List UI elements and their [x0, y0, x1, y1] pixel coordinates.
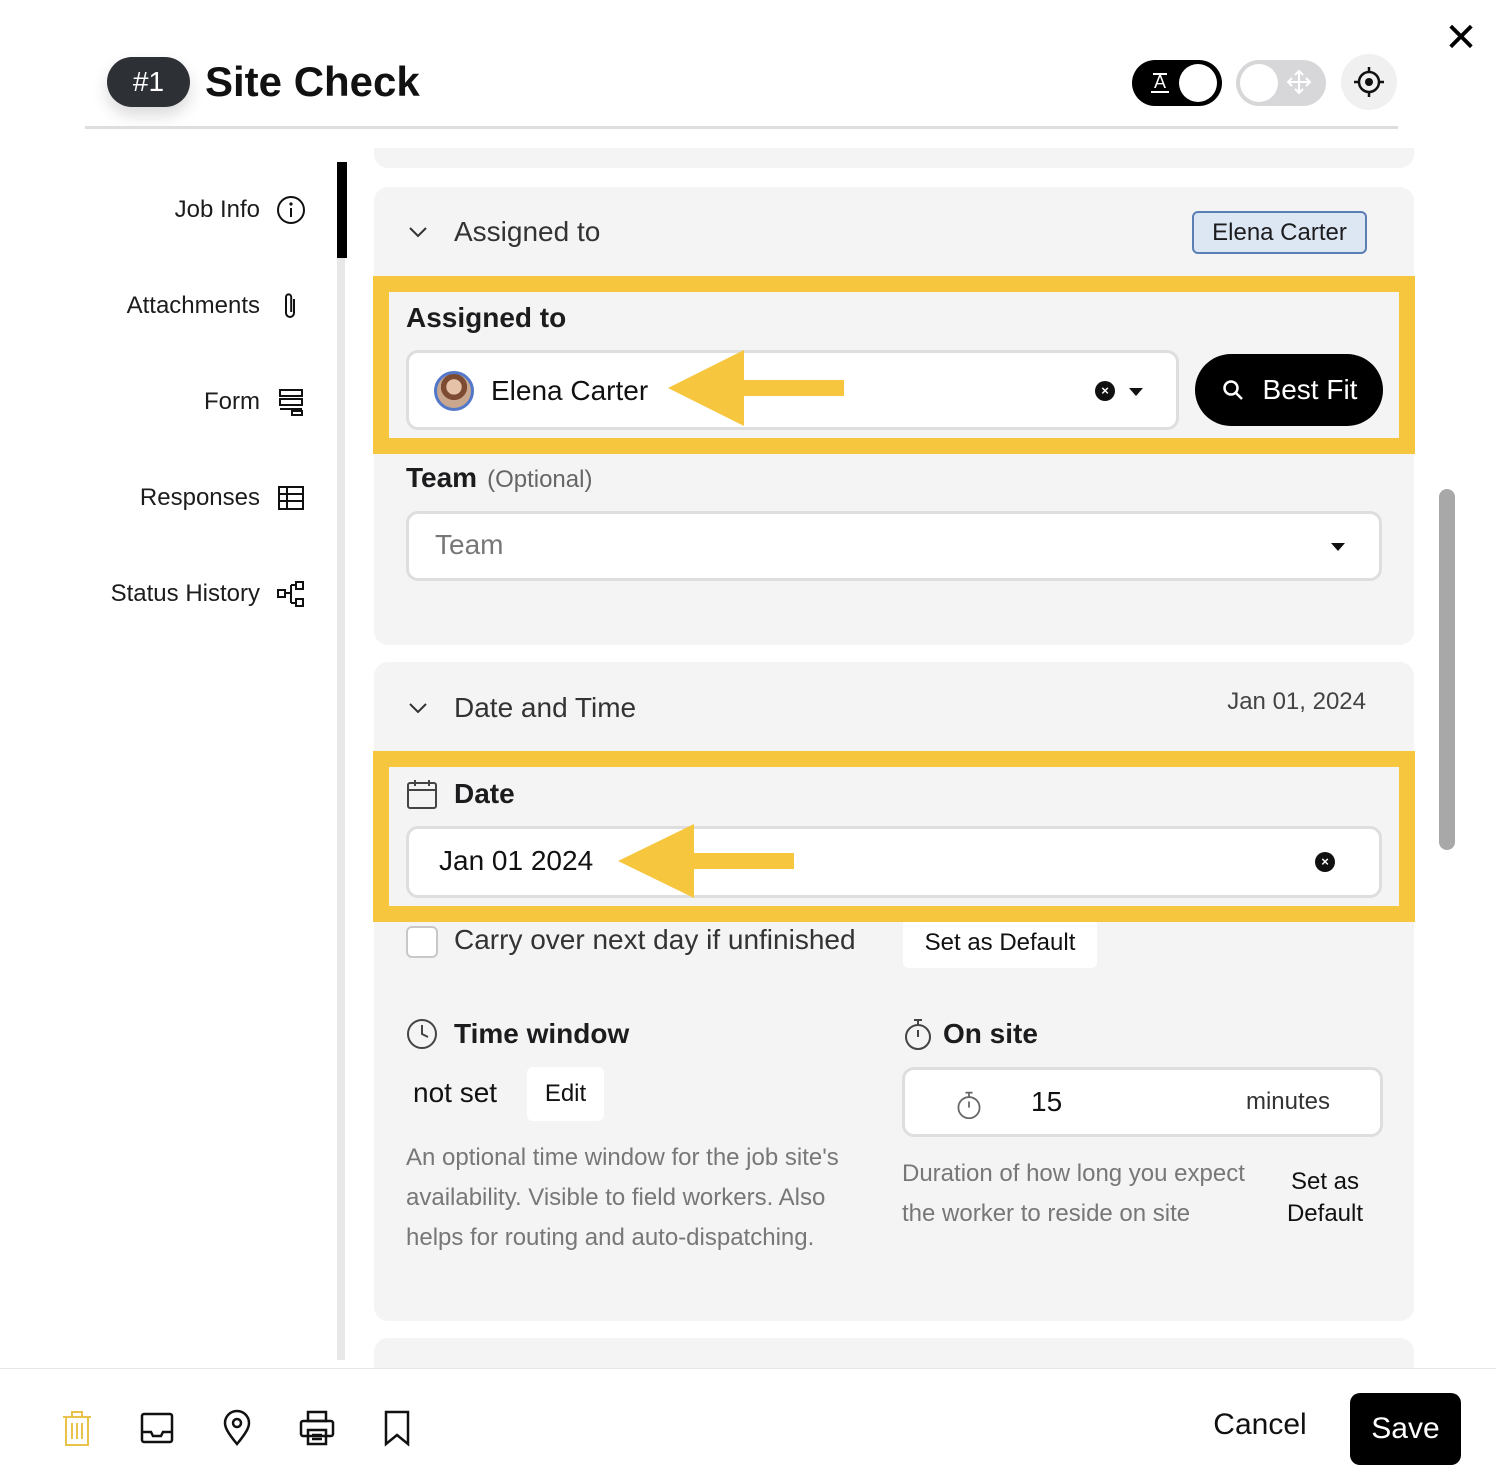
table-icon: [278, 486, 304, 510]
on-site-value: 15: [1031, 1086, 1063, 1117]
form-icon: [279, 389, 303, 416]
team-select[interactable]: Team: [406, 511, 1382, 581]
trash-icon[interactable]: [57, 1408, 97, 1448]
on-site-unit: minutes: [1245, 1088, 1330, 1115]
page-title: Site Check: [205, 58, 420, 105]
assignee-badge: Elena Carter: [1192, 211, 1367, 254]
arrow-annotation: [668, 350, 844, 426]
on-site-set-default-button[interactable]: Set as Default: [1276, 1166, 1374, 1230]
sidebar-item-attachments[interactable]: Attachments: [127, 286, 306, 326]
job-number-badge: #1: [107, 57, 190, 107]
assigned-section-heading[interactable]: Assigned to: [454, 214, 600, 250]
header-divider: [85, 126, 1398, 129]
on-site-label: On site: [943, 1018, 1038, 1049]
move-icon: [1286, 68, 1312, 96]
sidebar-item-form[interactable]: Form: [204, 382, 306, 422]
sidebar-item-label: Form: [204, 388, 260, 415]
edit-time-window-button[interactable]: Edit: [527, 1067, 604, 1121]
close-button[interactable]: ✕: [1440, 18, 1482, 60]
carry-over-label: Carry over next day if unfinished: [454, 924, 856, 955]
sidebar-item-label: Attachments: [126, 292, 260, 319]
flow-icon: [277, 581, 304, 607]
locate-button[interactable]: [1341, 54, 1397, 110]
time-window-value: not set: [413, 1077, 498, 1108]
stopwatch-icon: [957, 1091, 981, 1120]
toggle-knob: [1179, 64, 1217, 102]
stopwatch-icon: [905, 1019, 931, 1050]
chevron-down-icon[interactable]: [406, 696, 430, 720]
sidebar-item-job-info[interactable]: Job Info: [175, 190, 306, 230]
location-pin-icon[interactable]: [217, 1408, 257, 1448]
optional-hint: (Optional): [487, 466, 593, 493]
date-section-heading[interactable]: Date and Time: [454, 690, 636, 726]
cancel-button[interactable]: Cancel: [1200, 1408, 1320, 1442]
carry-over-checkbox[interactable]: [406, 926, 438, 958]
caret-down-icon[interactable]: [1331, 543, 1345, 551]
sidebar-item-status-history[interactable]: Status History: [111, 574, 306, 614]
crosshair-icon: [1354, 67, 1384, 97]
chevron-down-icon[interactable]: [406, 220, 430, 244]
inbox-icon[interactable]: [137, 1408, 177, 1448]
text-format-icon: A: [1146, 68, 1174, 96]
paperclip-icon: [285, 293, 295, 318]
highlight-box: [373, 276, 1415, 454]
nav-active-indicator: [337, 162, 347, 258]
on-site-help: Duration of how long you expect the work…: [902, 1160, 1245, 1227]
bookmark-icon[interactable]: [377, 1408, 417, 1448]
set-default-button[interactable]: Set as Default: [903, 918, 1097, 968]
team-placeholder: Team: [435, 529, 504, 560]
highlight-box: [373, 751, 1415, 922]
on-site-duration-input[interactable]: 15 minutes: [902, 1067, 1383, 1137]
clock-icon: [407, 1019, 437, 1049]
team-label: Team (Optional): [406, 460, 592, 498]
toggle-knob: [1240, 64, 1278, 102]
sidebar-item-label: Responses: [139, 484, 260, 511]
previous-card: [374, 148, 1414, 168]
team-label-text: Team: [406, 462, 478, 493]
sidebar-item-label: Status History: [110, 580, 260, 607]
move-mode-toggle[interactable]: [1236, 60, 1326, 106]
save-button[interactable]: Save: [1350, 1393, 1461, 1465]
sidebar-item-label: Job Info: [174, 196, 260, 223]
text-mode-toggle[interactable]: A: [1132, 60, 1222, 106]
scrollbar[interactable]: [1439, 489, 1455, 850]
time-window-label: Time window: [454, 1018, 630, 1049]
sidebar-item-responses[interactable]: Responses: [140, 478, 306, 518]
print-icon[interactable]: [297, 1408, 337, 1448]
nav-track: [337, 162, 345, 1360]
arrow-annotation: [618, 824, 794, 898]
info-icon: [277, 196, 305, 224]
time-window-help: An optional time window for the job site…: [406, 1144, 839, 1251]
footer-divider: [0, 1368, 1496, 1369]
date-summary: Jan 01, 2024: [1227, 688, 1366, 715]
next-card: [374, 1338, 1414, 1368]
